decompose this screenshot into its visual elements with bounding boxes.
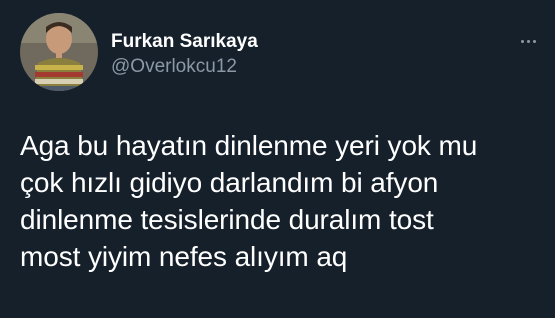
more-horizontal-icon xyxy=(532,39,536,43)
tweet-card: Furkan Sarıkaya @Overlokcu12 Aga bu haya… xyxy=(0,0,555,318)
avatar[interactable] xyxy=(20,13,98,91)
profile-photo-icon xyxy=(20,13,98,91)
more-horizontal-icon xyxy=(526,39,530,43)
tweet-text: Aga bu hayatın dinlenme yeri yok mu çok … xyxy=(20,130,478,272)
more-options-button[interactable] xyxy=(515,28,541,54)
more-horizontal-icon xyxy=(520,39,524,43)
author-display-name[interactable]: Furkan Sarıkaya xyxy=(111,31,258,53)
author-handle[interactable]: @Overlokcu12 xyxy=(111,56,237,78)
